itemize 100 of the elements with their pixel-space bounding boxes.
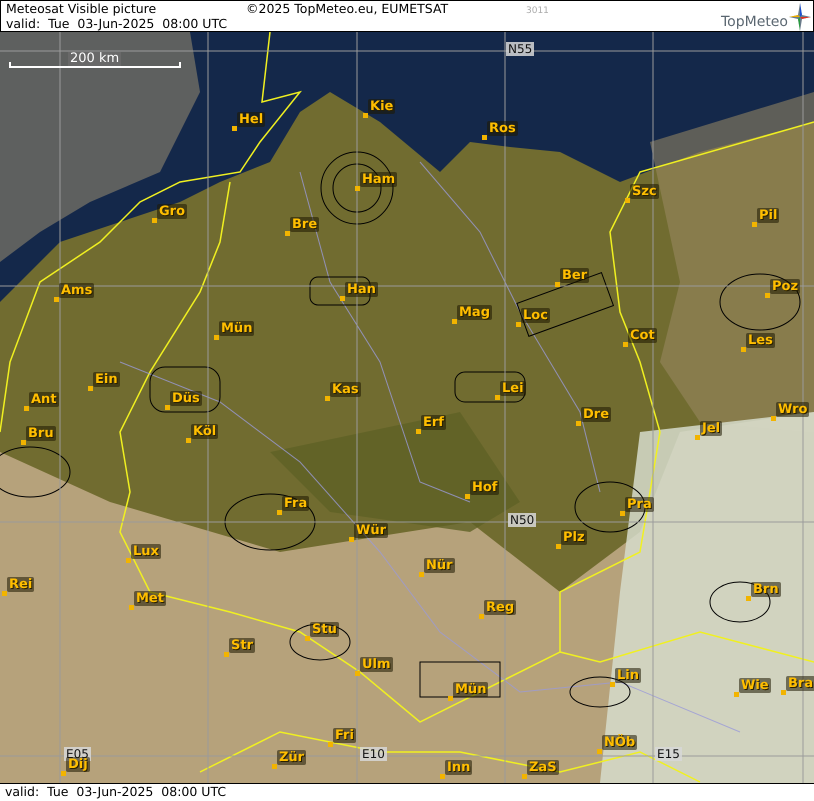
scale-label: 200 km bbox=[68, 52, 122, 66]
city-label: Ams bbox=[59, 283, 94, 298]
grid-label: N55 bbox=[506, 42, 534, 56]
city-label: Bra bbox=[786, 676, 814, 691]
city-label: Ros bbox=[487, 121, 518, 136]
city-label: Erf bbox=[421, 415, 446, 430]
city-marker-icon bbox=[325, 396, 330, 401]
city-marker-icon bbox=[152, 218, 157, 223]
city-marker-icon bbox=[448, 696, 453, 701]
city-label: Cot bbox=[628, 328, 657, 343]
city-marker-icon bbox=[224, 652, 229, 657]
city-marker-icon bbox=[620, 511, 625, 516]
city-marker-icon bbox=[495, 395, 500, 400]
grid-label: N50 bbox=[508, 513, 536, 527]
city-marker-icon bbox=[734, 692, 739, 697]
city-marker-icon bbox=[556, 544, 561, 549]
city-marker-icon bbox=[232, 126, 237, 131]
city-marker-icon bbox=[355, 186, 360, 191]
city-marker-icon bbox=[781, 690, 786, 695]
city-marker-icon bbox=[328, 742, 333, 747]
city-label: Jel bbox=[700, 421, 722, 436]
city-label: Stu bbox=[310, 622, 339, 637]
city-marker-icon bbox=[771, 416, 776, 421]
city-label: Nür bbox=[424, 558, 455, 573]
city-label: Ein bbox=[93, 372, 120, 387]
city-label: Lin bbox=[615, 668, 641, 683]
city-marker-icon bbox=[610, 682, 615, 687]
city-marker-icon bbox=[452, 319, 457, 324]
city-label: Fri bbox=[333, 728, 356, 743]
city-label: Ber bbox=[560, 268, 590, 283]
city-marker-icon bbox=[272, 764, 277, 769]
city-marker-icon bbox=[695, 435, 700, 440]
city-marker-icon bbox=[741, 347, 746, 352]
city-label: Loc bbox=[521, 308, 550, 323]
city-label: Inn bbox=[445, 760, 472, 775]
city-marker-icon bbox=[465, 494, 470, 499]
city-label: Zür bbox=[277, 750, 306, 765]
city-label: Hof bbox=[470, 480, 500, 495]
city-marker-icon bbox=[752, 222, 757, 227]
city-label: Ant bbox=[29, 392, 59, 407]
city-marker-icon bbox=[363, 113, 368, 118]
city-label: Str bbox=[229, 638, 255, 653]
city-marker-icon bbox=[482, 135, 487, 140]
valid-time: valid: Tue 03-Jun-2025 08:00 UTC bbox=[5, 784, 228, 800]
city-marker-icon bbox=[126, 558, 131, 563]
city-marker-icon bbox=[576, 421, 581, 426]
city-label: Mün bbox=[219, 321, 254, 336]
city-marker-icon bbox=[214, 335, 219, 340]
city-marker-icon bbox=[349, 537, 354, 542]
city-marker-icon bbox=[277, 510, 282, 515]
city-marker-icon bbox=[479, 614, 484, 619]
city-label: Mag bbox=[457, 305, 492, 320]
city-marker-icon bbox=[597, 749, 602, 754]
city-marker-icon bbox=[305, 636, 310, 641]
city-label: Poz bbox=[770, 279, 800, 294]
city-marker-icon bbox=[2, 591, 7, 596]
city-marker-icon bbox=[440, 774, 445, 779]
city-marker-icon bbox=[54, 297, 59, 302]
city-marker-icon bbox=[623, 342, 628, 347]
city-marker-icon bbox=[522, 774, 527, 779]
city-label: Plz bbox=[561, 530, 587, 545]
copyright-text: ©2025 TopMeteo.eu, EUMETSAT bbox=[245, 1, 450, 18]
city-marker-icon bbox=[340, 296, 345, 301]
city-marker-icon bbox=[416, 429, 421, 434]
city-marker-icon bbox=[88, 386, 93, 391]
city-label: Ulm bbox=[360, 657, 393, 672]
city-label: Han bbox=[345, 282, 378, 297]
image-code: 3011 bbox=[526, 5, 550, 18]
city-label: Bre bbox=[290, 217, 320, 232]
city-label: Köl bbox=[191, 424, 218, 439]
city-label: Bru bbox=[26, 426, 56, 441]
city-label: Kie bbox=[368, 99, 396, 114]
city-marker-icon bbox=[61, 771, 66, 776]
city-label: Dre bbox=[581, 407, 612, 422]
valid-time: valid: Tue 03-Jun-2025 08:00 UTC bbox=[6, 16, 228, 31]
city-marker-icon bbox=[516, 322, 521, 327]
city-label: Reg bbox=[484, 600, 516, 615]
city-marker-icon bbox=[419, 572, 424, 577]
city-label: Düs bbox=[170, 391, 202, 406]
city-marker-icon bbox=[186, 438, 191, 443]
city-label: Gro bbox=[157, 204, 188, 219]
chart-title: Meteosat Visible picture bbox=[6, 1, 158, 16]
city-label: Met bbox=[134, 591, 166, 606]
city-marker-icon bbox=[625, 198, 630, 203]
city-label: Hel bbox=[237, 112, 266, 127]
city-label: Dij bbox=[66, 757, 90, 772]
city-marker-icon bbox=[24, 406, 29, 411]
grid-label: E10 bbox=[360, 747, 387, 761]
grid-label: E15 bbox=[655, 747, 682, 761]
city-label: Fra bbox=[282, 496, 310, 511]
city-label: Pil bbox=[757, 208, 780, 223]
city-label: NÖb bbox=[602, 735, 638, 750]
city-marker-icon bbox=[555, 282, 560, 287]
city-label: Wür bbox=[354, 523, 388, 538]
city-marker-icon bbox=[21, 440, 26, 445]
city-marker-icon bbox=[746, 596, 751, 601]
city-label: Szc bbox=[630, 184, 659, 199]
city-label: Lei bbox=[500, 381, 526, 396]
city-label: Rei bbox=[7, 577, 34, 592]
city-label: Wro bbox=[776, 402, 810, 417]
